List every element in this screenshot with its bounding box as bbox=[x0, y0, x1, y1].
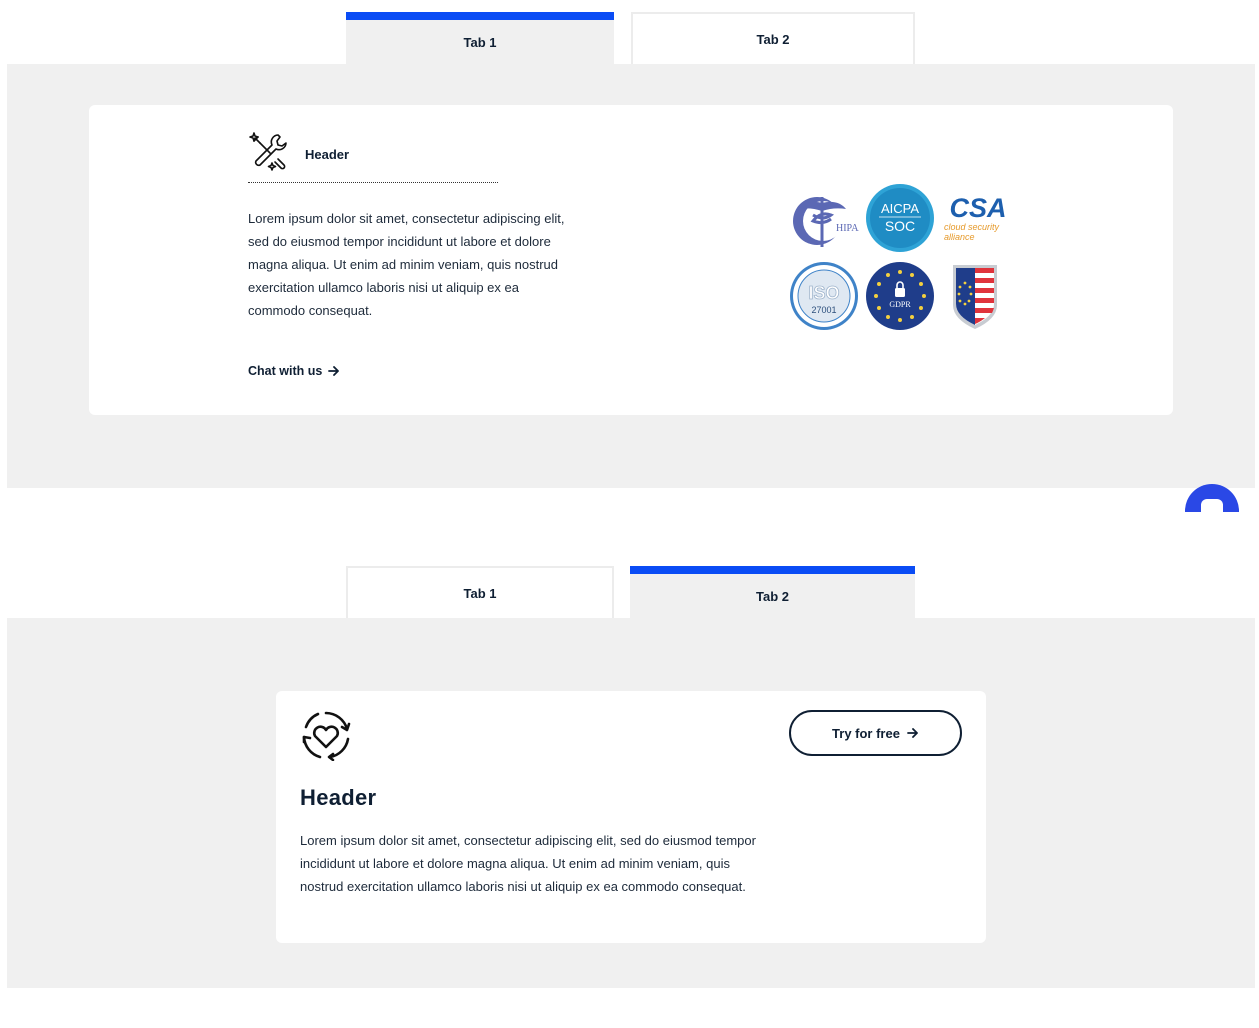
svg-text:SOC: SOC bbox=[885, 218, 915, 234]
link-label: Chat with us bbox=[248, 364, 323, 378]
hipaa-text: HIPAA bbox=[836, 223, 859, 234]
svg-text:cloud security: cloud security bbox=[944, 222, 1000, 232]
chat-launcher[interactable] bbox=[1180, 478, 1244, 512]
content-card: Header Lorem ipsum dolor sit amet, conse… bbox=[276, 691, 986, 943]
svg-text:alliance: alliance bbox=[944, 232, 975, 242]
tab-1[interactable]: Tab 1 bbox=[346, 566, 614, 618]
aicpa-soc-badge: AICPA SOC bbox=[866, 184, 934, 252]
try-for-free-button[interactable]: Try for free bbox=[789, 710, 962, 756]
svg-text:27001: 27001 bbox=[811, 305, 836, 315]
button-label: Try for free bbox=[832, 725, 900, 741]
compliance-badges: HIPAA AICPA SOC CSA cloud security allia… bbox=[789, 183, 1019, 335]
card-header: Header bbox=[305, 147, 350, 162]
tab-1[interactable]: Tab 1 bbox=[346, 12, 614, 64]
tools-sparkle-icon bbox=[249, 132, 287, 171]
tab-label: Tab 2 bbox=[756, 588, 789, 604]
chat-bubble-icon[interactable] bbox=[1185, 484, 1239, 512]
tab-2[interactable]: Tab 2 bbox=[631, 12, 915, 64]
hipaa-badge: HIPAA bbox=[793, 197, 859, 247]
eu-us-shield-badge bbox=[953, 265, 997, 329]
card-body: Lorem ipsum dolor sit amet, consectetur … bbox=[248, 211, 565, 318]
heart-cycle-icon bbox=[302, 711, 351, 761]
tab-2[interactable]: Tab 2 bbox=[630, 566, 915, 618]
iso-27001-badge: ISO 27001 bbox=[790, 262, 858, 330]
divider bbox=[248, 182, 498, 183]
svg-text:GDPR: GDPR bbox=[889, 300, 911, 309]
content-card: Header Lorem ipsum dolor sit amet, conse… bbox=[89, 105, 1173, 415]
gdpr-badge: GDPR bbox=[866, 262, 934, 330]
tab-panel: Header Lorem ipsum dolor sit amet, conse… bbox=[7, 64, 1255, 488]
tab-label: Tab 2 bbox=[756, 31, 790, 47]
tab-label: Tab 1 bbox=[463, 585, 497, 601]
csa-badge: CSA cloud security alliance bbox=[944, 193, 1007, 242]
svg-text:CSA: CSA bbox=[949, 193, 1006, 223]
tab-label: Tab 1 bbox=[463, 34, 497, 50]
svg-text:ISO: ISO bbox=[808, 283, 839, 303]
arrow-right-icon bbox=[328, 366, 340, 376]
card-body: Lorem ipsum dolor sit amet, consectetur … bbox=[300, 833, 756, 894]
svg-text:AICPA: AICPA bbox=[881, 201, 919, 216]
arrow-right-icon bbox=[907, 728, 918, 738]
chat-with-us-link[interactable]: Chat with us bbox=[248, 364, 340, 378]
card-header: Header bbox=[300, 785, 377, 810]
tab-panel: Header Lorem ipsum dolor sit amet, conse… bbox=[7, 618, 1255, 988]
